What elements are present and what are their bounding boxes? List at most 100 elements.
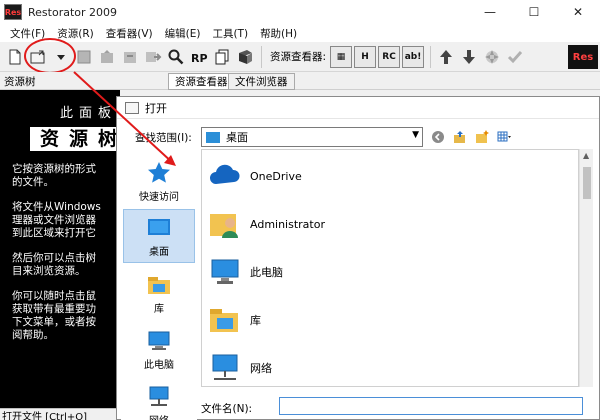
look-in-row: 查找范围(I): 桌面 ▼ [117, 125, 599, 149]
arrow-down-icon [463, 49, 476, 64]
maximize-button[interactable]: ☐ [512, 0, 556, 24]
viewer-hex-button[interactable]: H [354, 45, 377, 68]
file-item-this-pc[interactable]: 此电脑 [208, 250, 568, 294]
back-button[interactable] [429, 129, 447, 145]
library-icon [148, 277, 170, 294]
up-folder-icon [454, 131, 465, 143]
tree-heading: 此面板关 [60, 106, 120, 121]
dialog-title: 打开 [145, 101, 167, 115]
view-grid-icon [497, 131, 511, 142]
new-file-button[interactable] [4, 46, 26, 68]
app-icon: Res [4, 4, 22, 20]
scroll-thumb[interactable] [583, 167, 591, 199]
tree-paragraph: 你可以随时点击鼠 获取带有最重要功 下文菜单，或者按 阅帮助。 [12, 290, 96, 341]
resource-tree-panel[interactable]: 此面板关 资源树 它按资源树的形式 的文件。 将文件从Windows 理器或文件… [0, 90, 120, 408]
highlight-circle [24, 38, 76, 74]
viewer-label: 资源查看器: [270, 51, 327, 63]
panel-header: 资源树 资源查看器 文件浏览器 [0, 72, 600, 90]
book-icon [239, 49, 252, 64]
resource-tree-title: 资源树 [4, 76, 36, 88]
menu-viewer[interactable]: 查看器(V) [100, 26, 159, 41]
tab-resource-viewer[interactable]: 资源查看器 [168, 73, 235, 90]
find-button[interactable] [165, 46, 187, 68]
menu-edit[interactable]: 编辑(E) [159, 26, 207, 41]
filename-input[interactable] [279, 397, 583, 415]
copy-icon [215, 49, 229, 64]
rp-button[interactable]: RP [188, 46, 210, 68]
copy-button[interactable] [211, 46, 233, 68]
look-in-label: 查找范围(I): [135, 132, 192, 144]
window-controls: — ☐ ✕ [468, 0, 600, 24]
restorator-logo: Res [568, 45, 598, 69]
dialog-window-icon [125, 101, 139, 114]
minimize-button[interactable]: — [468, 0, 512, 24]
close-button[interactable]: ✕ [556, 0, 600, 24]
move-up-button[interactable] [435, 46, 457, 68]
tree-banner: 资源树 [30, 127, 120, 151]
back-arrow-icon [432, 131, 444, 143]
file-name: 此电脑 [250, 266, 283, 279]
place-label: 网络 [149, 412, 169, 420]
dialog-title-bar: 打开 [117, 97, 599, 119]
menu-help[interactable]: 帮助(H) [254, 26, 303, 41]
places-bar: 快速访问 桌面 库 此电脑 网络 [121, 153, 197, 420]
toolbar-separator [261, 45, 262, 68]
status-text: 打开文件 [Ctrl+O] [2, 412, 88, 420]
assign-button[interactable] [142, 46, 164, 68]
up-folder-button[interactable] [451, 129, 469, 145]
place-library[interactable]: 库 [123, 265, 195, 319]
navigate-button[interactable] [481, 46, 503, 68]
new-folder-button[interactable] [473, 129, 491, 145]
toolbar-separator [430, 45, 432, 68]
tree-paragraph: 它按资源树的形式 的文件。 [12, 163, 96, 188]
file-name: 库 [250, 314, 261, 327]
extract-button[interactable] [119, 46, 141, 68]
apply-button[interactable] [504, 46, 526, 68]
extract-icon [124, 51, 136, 63]
desktop-icon [148, 219, 170, 235]
move-down-button[interactable] [458, 46, 480, 68]
chevron-down-icon: ▼ [412, 130, 419, 140]
file-name: OneDrive [250, 169, 302, 183]
new-folder-icon [476, 130, 489, 143]
file-list[interactable]: OneDrive Administrator 此电脑 库 网络 [201, 149, 579, 387]
export-button[interactable] [96, 46, 118, 68]
computer-icon [211, 259, 239, 284]
file-list-scrollbar[interactable]: ▲ [579, 149, 593, 387]
help-book-button[interactable] [234, 46, 256, 68]
place-label: 快速访问 [139, 192, 179, 203]
place-quick-access[interactable]: 快速访问 [123, 153, 195, 207]
export-icon [101, 49, 113, 63]
rp-icon: RP [191, 52, 208, 65]
view-menu-button[interactable] [495, 129, 513, 145]
tree-paragraph: 然后你可以点击树 目来浏览资源。 [12, 252, 96, 277]
check-icon [507, 50, 523, 63]
file-item-network[interactable]: 网络 [208, 346, 568, 386]
menu-tools[interactable]: 工具(T) [206, 26, 254, 41]
look-in-select[interactable]: 桌面 ▼ [201, 127, 423, 147]
new-file-icon [9, 49, 21, 64]
file-item-administrator[interactable]: Administrator [208, 202, 568, 246]
viewer-rc-button[interactable]: RC [378, 45, 401, 68]
scroll-up-icon[interactable]: ▲ [583, 151, 589, 160]
place-this-pc[interactable]: 此电脑 [123, 321, 195, 375]
tab-file-browser[interactable]: 文件浏览器 [228, 73, 295, 90]
save-button[interactable] [73, 46, 95, 68]
filename-label: 文件名(N): [201, 403, 253, 415]
dialog-nav-icons [429, 129, 517, 145]
file-item-onedrive[interactable]: OneDrive [208, 154, 568, 198]
menu-bar: 文件(F) 资源(R) 查看器(V) 编辑(E) 工具(T) 帮助(H) [0, 24, 600, 42]
window-title: Restorator 2009 [28, 5, 118, 19]
desktop-folder-icon [206, 131, 220, 143]
svg-text:RP: RP [191, 52, 208, 65]
star-icon [148, 162, 170, 183]
library-icon [210, 309, 238, 332]
viewer-text-button[interactable]: ab! [402, 45, 425, 68]
assign-icon [146, 51, 162, 62]
file-item-library[interactable]: 库 [208, 298, 568, 342]
viewer-image-button[interactable]: ▦ [330, 45, 353, 68]
place-network[interactable]: 网络 [123, 377, 195, 420]
place-desktop[interactable]: 桌面 [123, 209, 195, 263]
look-in-value: 桌面 [226, 131, 248, 144]
title-bar: Res Restorator 2009 — ☐ ✕ [0, 0, 600, 24]
